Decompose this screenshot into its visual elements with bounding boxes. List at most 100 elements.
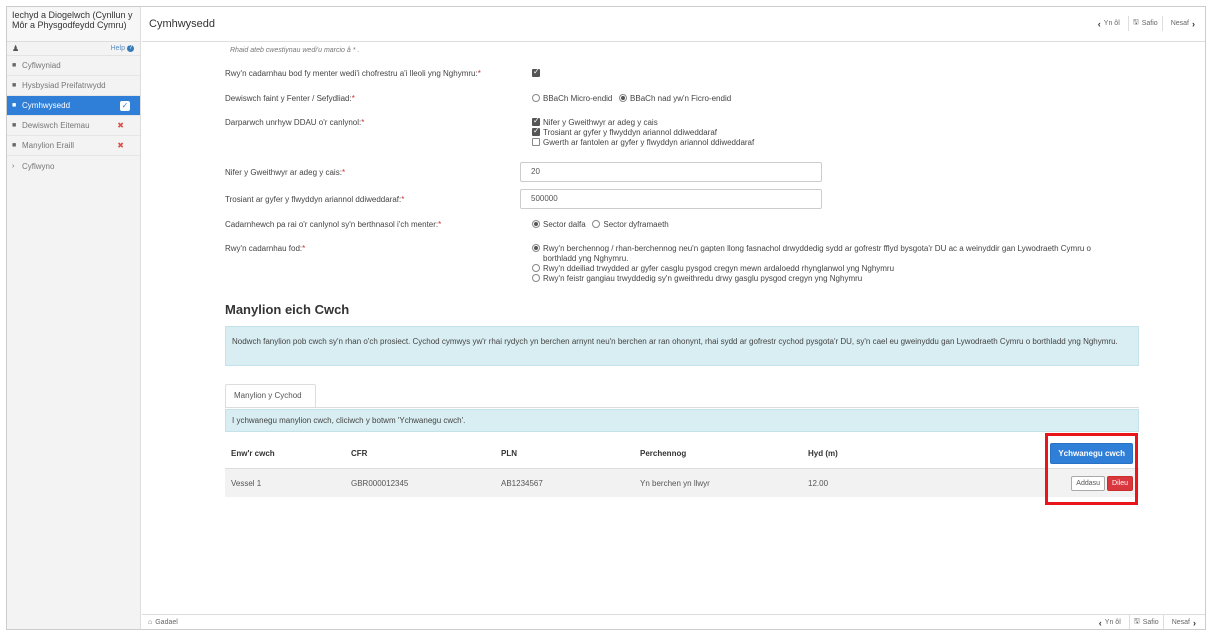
chevron-right-icon: › (1192, 18, 1195, 29)
next-label: Nesaf (1171, 619, 1190, 626)
sidebar-item-cymhwysedd[interactable]: ■ Cymhwysedd ✓ (6, 96, 140, 116)
save-button[interactable]: 🖫 Safio (1128, 615, 1164, 630)
document-icon: ■ (12, 122, 17, 129)
save-icon: 🖫 (1132, 19, 1139, 26)
q7-option-1[interactable]: Rwy'n ddeiliad trwydded ar gyfer casglu … (532, 264, 1091, 274)
col-header: Perchennog (640, 449, 687, 458)
q6-radio-group: Sector dalfa Sector dyframaeth (532, 220, 669, 229)
sidebar-item-label: Cyflwyniad (22, 61, 61, 70)
sidebar-item-cyflwyno[interactable]: › Cyflwyno (6, 156, 140, 176)
q3-option-2[interactable]: Gwerth ar fantolen ar gyfer y flwyddyn a… (532, 138, 754, 148)
save-button[interactable]: 🖫 Safio (1127, 16, 1163, 31)
info-box: Nodwch fanylion pob cwch sy'n rhan o'ch … (225, 326, 1139, 366)
header-nav: ‹ Yn ôl 🖫 Safio Nesaf › (1094, 16, 1199, 31)
chevron-left-icon: ‹ (1098, 617, 1102, 628)
cell-cfr: GBR000012345 (351, 478, 409, 488)
sidebar: Iechyd a Diogelwch (Cynllun y Môr a Phys… (6, 6, 141, 630)
sidebar-item-manylion-eraill[interactable]: ■ Manylion Eraill ✖ (6, 136, 140, 156)
checkbox-icon (532, 138, 540, 146)
radio-selected-icon (532, 220, 540, 228)
q3-label: Darparwch unrhyw DDAU o'r canlynol:* (225, 118, 365, 127)
next-button[interactable]: Nesaf › (1167, 17, 1199, 31)
back-button[interactable]: ‹ Yn ôl (1095, 616, 1125, 630)
sidebar-item-label: Dewiswch Eitemau (22, 121, 90, 130)
document-icon: ■ (12, 62, 17, 69)
back-label: Yn ôl (1103, 20, 1120, 27)
document-icon: ■ (12, 102, 17, 109)
q1-checkbox[interactable] (532, 67, 543, 78)
table-header: Enw'r cwch CFR PLN Perchennog Hyd (m) Yc… (225, 439, 1139, 469)
sidebar-item-label: Hysbysiad Preifatrwydd (22, 81, 106, 90)
q6-label: Cadarnhewch pa rai o'r canlynol sy'n ber… (225, 220, 442, 229)
chevron-left-icon: ‹ (1097, 18, 1101, 29)
page-footer: ⌂ Gadael ‹ Yn ôl 🖫 Safio Nesaf › (142, 614, 1206, 630)
next-button[interactable]: Nesaf › (1168, 616, 1200, 630)
help-link[interactable]: Help ? (111, 45, 134, 52)
checkbox-checked-icon (532, 67, 540, 77)
radio-icon (532, 264, 540, 272)
required-note: Rhaid ateb cwestiynau wedi'u marcio â * … (230, 47, 360, 54)
help-icon: ? (127, 45, 134, 52)
sidebar-item-cyflwyniad[interactable]: ■ Cyflwyniad (6, 56, 140, 76)
highlight-box (1045, 433, 1138, 505)
sidebar-item-label: Cyflwyno (22, 161, 55, 171)
hint-box: I ychwanegu manylion cwch, cliciwch y bo… (225, 409, 1139, 432)
home-icon: ⌂ (148, 619, 153, 626)
boats-table: Enw'r cwch CFR PLN Perchennog Hyd (m) Yc… (225, 439, 1139, 497)
sidebar-toolbar: ♟ Help ? (6, 42, 140, 56)
q3-option-0[interactable]: Nifer y Gweithwyr ar adeg y cais (532, 116, 754, 128)
save-label: Safio (1141, 20, 1158, 27)
q7-option-2[interactable]: Rwy'n feistr gangiau trwyddedig sy'n gwe… (532, 274, 1091, 284)
q2-radio-group: BBaCh Micro-endid BBaCh nad yw'n Ficro-e… (532, 94, 731, 103)
radio-icon (592, 220, 601, 228)
q7-label: Rwy'n cadarnhau fod:* (225, 244, 306, 253)
q6-option-1[interactable]: Sector dyframaeth (592, 220, 669, 229)
q2-label: Dewiswch faint y Fenter / Sefydliad:* (225, 94, 355, 103)
chevron-right-icon: › (12, 162, 15, 170)
footer-nav: ‹ Yn ôl 🖫 Safio Nesaf › (1095, 615, 1200, 630)
main-content: Rhaid ateb cwestiynau wedi'u marcio â * … (142, 42, 1206, 612)
q7-option-0-cont: borthladd yng Nghymru. (543, 254, 629, 263)
q5-label: Trosiant ar gyfer y flwyddyn ariannol dd… (225, 195, 405, 204)
cell-owner: Yn berchen yn llwyr (640, 478, 710, 488)
back-button[interactable]: ‹ Yn ôl (1094, 17, 1124, 31)
leave-label: Gadael (155, 619, 178, 626)
sidebar-item-hysbysiad[interactable]: ■ Hysbysiad Preifatrwydd (6, 76, 140, 96)
q3-checkbox-group: Nifer y Gweithwyr ar adeg y cais Trosian… (532, 116, 754, 148)
error-x-icon: ✖ (117, 141, 124, 150)
q7-option-0[interactable]: Rwy'n berchennog / rhan-berchennog neu'n… (532, 244, 1091, 254)
radio-selected-icon (532, 244, 540, 252)
q2-option-1[interactable]: BBaCh nad yw'n Ficro-endid (619, 94, 731, 103)
checkbox-checked-icon (532, 116, 540, 126)
next-label: Nesaf (1170, 20, 1189, 27)
user-icon[interactable]: ♟ (12, 44, 19, 53)
tab-boat-details[interactable]: Manylion y Cychod (225, 384, 316, 408)
q3-option-1[interactable]: Trosiant ar gyfer y flwyddyn ariannol dd… (532, 126, 754, 138)
page-title: Cymhwysedd (149, 17, 216, 30)
help-label: Help (110, 45, 125, 52)
turnover-input[interactable]: 500000 (520, 189, 822, 209)
cell-name: Vessel 1 (231, 478, 262, 488)
q6-option-0[interactable]: Sector dalfa (532, 220, 586, 229)
document-icon: ■ (12, 82, 17, 89)
back-label: Yn ôl (1104, 619, 1121, 626)
document-icon: ■ (12, 142, 17, 149)
sidebar-item-label: Cymhwysedd (22, 101, 71, 110)
radio-selected-icon (619, 94, 628, 102)
save-label: Safio (1142, 619, 1159, 626)
sidebar-item-dewiswch-eitemau[interactable]: ■ Dewiswch Eitemau ✖ (6, 116, 140, 136)
q4-label: Nifer y Gweithwyr ar adeg y cais:* (225, 168, 346, 177)
save-icon: 🖫 (1133, 618, 1140, 625)
page-header: Cymhwysedd ‹ Yn ôl 🖫 Safio Nesaf › (142, 6, 1206, 42)
q2-option-0[interactable]: BBaCh Micro-endid (532, 94, 612, 103)
q1-label: Rwy'n cadarnhau bod fy menter wedi'i cho… (225, 69, 481, 78)
radio-icon (532, 274, 540, 282)
error-x-icon: ✖ (117, 121, 124, 130)
col-header: Hyd (m) (808, 449, 838, 458)
leave-button[interactable]: ⌂ Gadael (148, 619, 1095, 626)
app-title: Iechyd a Diogelwch (Cynllun y Môr a Phys… (6, 6, 140, 42)
employees-input[interactable]: 20 (520, 162, 822, 182)
sidebar-item-label: Manylion Eraill (22, 141, 75, 150)
col-header: PLN (501, 449, 517, 458)
complete-check-icon: ✓ (120, 100, 130, 111)
